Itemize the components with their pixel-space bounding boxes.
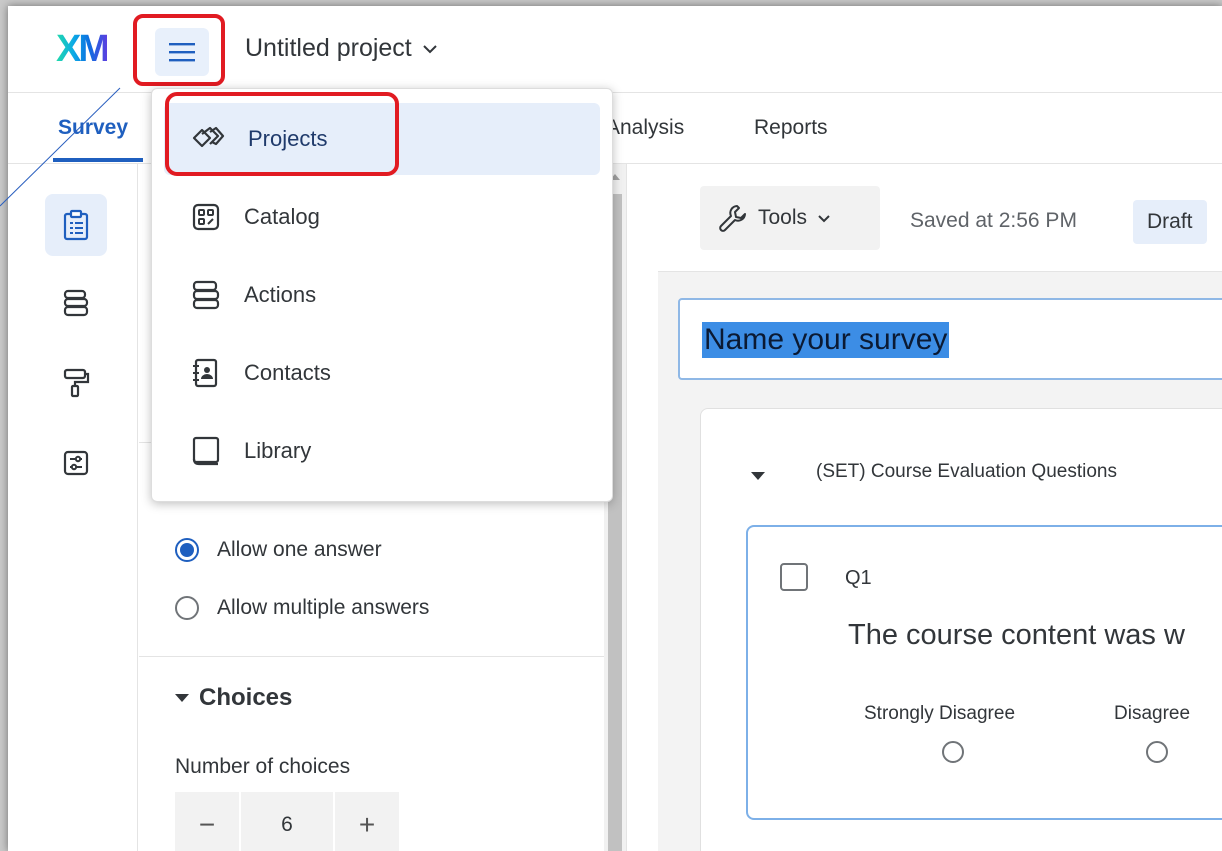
xm-logo[interactable]: XM bbox=[56, 28, 110, 71]
tools-button[interactable]: Tools bbox=[700, 186, 880, 250]
left-icon-rail bbox=[8, 164, 138, 851]
paint-roller-icon bbox=[63, 368, 90, 398]
decrement-button[interactable]: − bbox=[175, 792, 239, 851]
project-title: Untitled project bbox=[245, 34, 412, 62]
number-of-choices-stepper: − 6 + bbox=[175, 792, 401, 851]
scale-radio[interactable] bbox=[1146, 741, 1168, 763]
scale-label: Strongly Disagree bbox=[864, 703, 1016, 724]
number-of-choices-label: Number of choices bbox=[175, 755, 351, 778]
project-title-dropdown[interactable]: Untitled project bbox=[245, 34, 438, 63]
choices-heading: Choices bbox=[199, 684, 293, 711]
increment-button[interactable]: + bbox=[335, 792, 399, 851]
option-label: Allow multiple answers bbox=[217, 596, 430, 619]
menu-item-contacts[interactable]: Contacts bbox=[164, 337, 600, 409]
choices-count-value[interactable]: 6 bbox=[239, 792, 335, 851]
app-window: XM Untitled project Survey Analysis Repo… bbox=[8, 6, 1222, 851]
wrench-icon bbox=[719, 205, 746, 232]
block-collapse-caret-icon[interactable] bbox=[751, 472, 765, 480]
menu-item-catalog[interactable]: Catalog bbox=[164, 181, 600, 253]
radio-unchecked[interactable] bbox=[175, 596, 199, 620]
tab-analysis[interactable]: Analysis bbox=[606, 116, 684, 140]
editor-toolbar: Tools Saved at 2:56 PM Draft bbox=[658, 164, 1222, 272]
menu-item-label: Catalog bbox=[244, 204, 320, 229]
question-text[interactable]: The course content was w bbox=[848, 619, 1185, 652]
survey-name-input[interactable]: Name your survey bbox=[678, 298, 1222, 380]
menu-item-label: Actions bbox=[244, 282, 317, 307]
tab-survey[interactable]: Survey bbox=[58, 116, 128, 140]
library-book-icon bbox=[192, 436, 220, 466]
annotation-highlight-projects bbox=[165, 92, 399, 176]
top-bar: XM Untitled project bbox=[8, 6, 1222, 93]
save-status: Saved at 2:56 PM bbox=[910, 209, 1077, 232]
rail-look-and-feel-button[interactable] bbox=[45, 352, 107, 414]
annotation-highlight-menu bbox=[133, 14, 225, 86]
allow-one-answer-option[interactable]: Allow one answer bbox=[175, 538, 382, 562]
panel-divider bbox=[139, 656, 605, 657]
question-id: Q1 bbox=[845, 567, 872, 589]
menu-item-library[interactable]: Library bbox=[164, 415, 600, 487]
rail-options-button[interactable] bbox=[45, 432, 107, 494]
tools-label: Tools bbox=[758, 206, 808, 229]
allow-multiple-answers-option[interactable]: Allow multiple answers bbox=[175, 596, 429, 620]
menu-item-actions[interactable]: Actions bbox=[164, 259, 600, 331]
scale-label: Disagree bbox=[1114, 703, 1191, 724]
catalog-icon bbox=[192, 203, 220, 231]
settings-sliders-icon bbox=[63, 450, 89, 476]
rail-flow-button[interactable] bbox=[45, 272, 107, 334]
survey-editor: Tools Saved at 2:56 PM Draft Name your s… bbox=[658, 164, 1222, 851]
survey-flow-icon bbox=[63, 289, 89, 317]
survey-name-text: Name your survey bbox=[702, 322, 950, 358]
tab-reports[interactable]: Reports bbox=[754, 116, 828, 140]
clipboard-icon bbox=[63, 209, 89, 241]
chevron-down-icon bbox=[423, 44, 437, 53]
chevron-down-icon bbox=[818, 214, 830, 222]
radio-checked[interactable] bbox=[175, 538, 199, 562]
question-card[interactable]: Q1 The course content was w Strongly Dis… bbox=[746, 525, 1222, 820]
option-label: Allow one answer bbox=[217, 538, 382, 561]
question-block: (SET) Course Evaluation Questions Q1 The… bbox=[700, 408, 1222, 851]
caret-down-icon bbox=[175, 694, 189, 702]
active-tab-indicator bbox=[53, 158, 143, 162]
contacts-icon bbox=[193, 358, 218, 388]
menu-item-label: Library bbox=[244, 438, 312, 463]
status-badge: Draft bbox=[1133, 200, 1207, 244]
menu-item-label: Contacts bbox=[244, 360, 331, 385]
scale-radio[interactable] bbox=[942, 741, 964, 763]
rail-survey-button[interactable] bbox=[45, 194, 107, 256]
question-select-checkbox[interactable] bbox=[780, 563, 808, 591]
block-title[interactable]: (SET) Course Evaluation Questions bbox=[816, 461, 1117, 483]
actions-icon bbox=[192, 280, 220, 310]
choices-section-toggle[interactable]: Choices bbox=[175, 684, 292, 712]
